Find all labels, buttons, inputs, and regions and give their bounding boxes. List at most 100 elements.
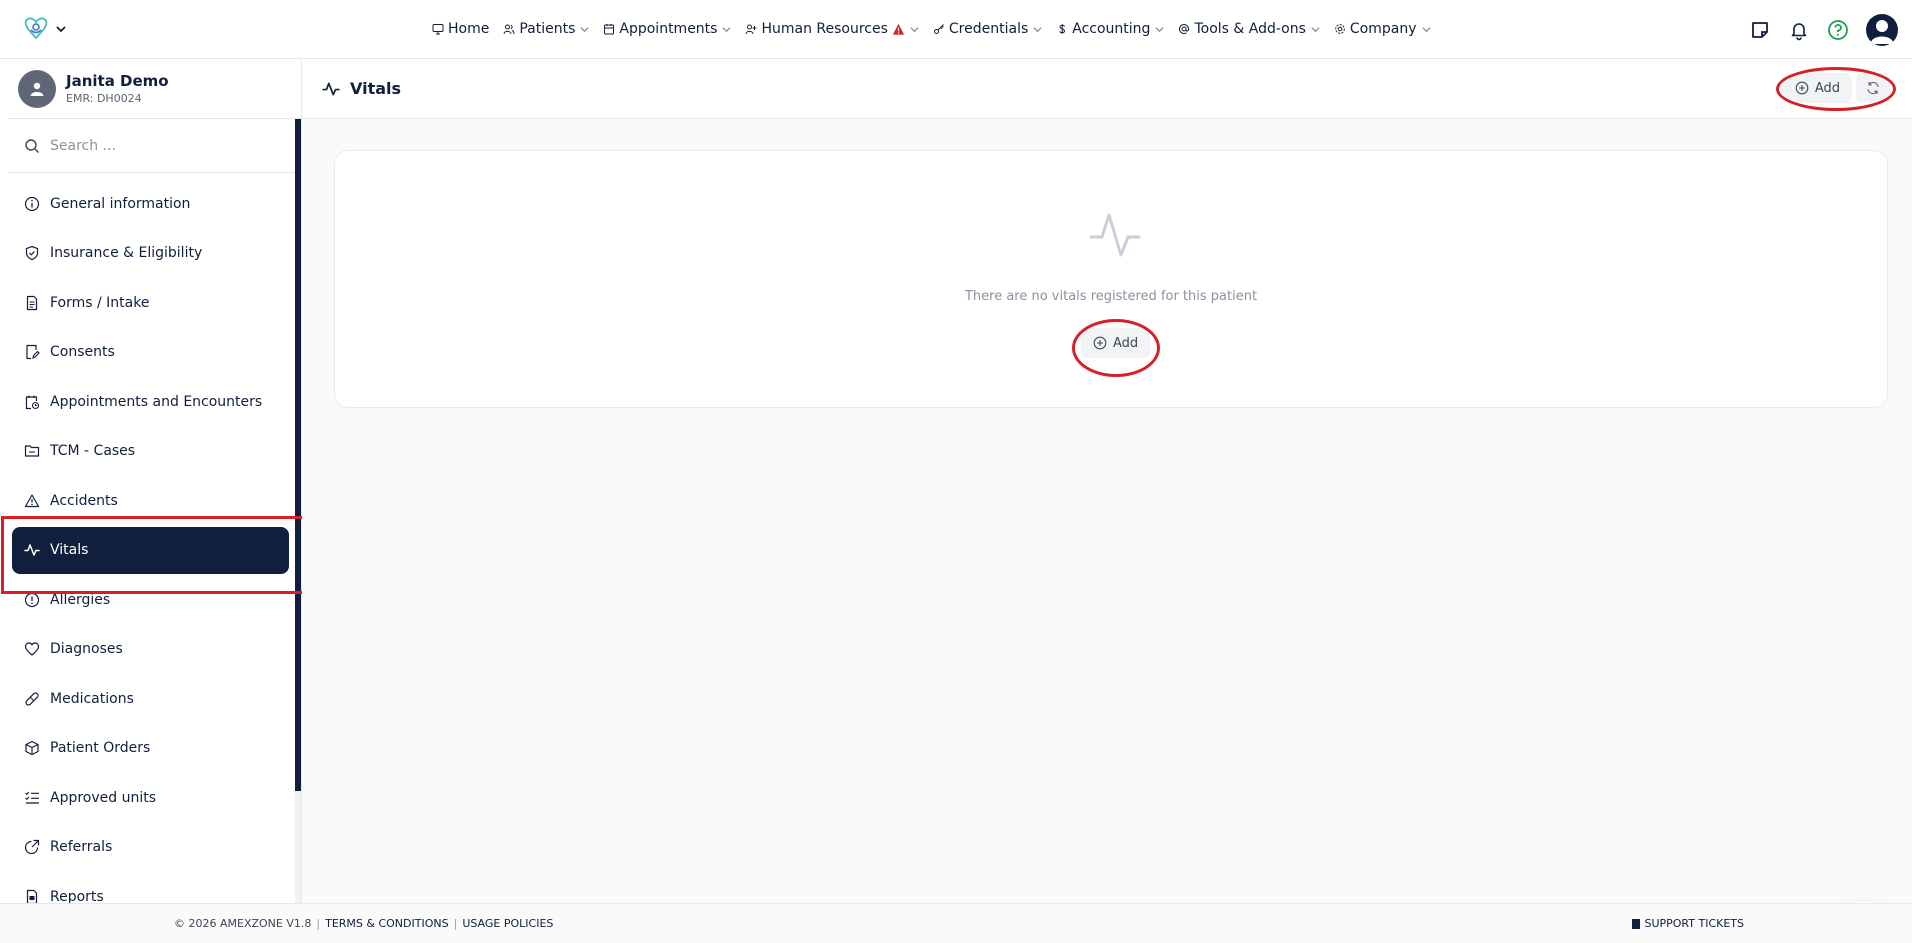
usage-policies-link[interactable]: USAGE POLICIES xyxy=(462,917,553,930)
gear-icon xyxy=(1335,24,1345,34)
shield-check-icon xyxy=(25,245,39,261)
chevron-down-icon xyxy=(56,26,66,33)
refresh-icon xyxy=(1867,81,1879,95)
add-button-label: Add xyxy=(1814,80,1840,96)
dollar-icon xyxy=(1059,24,1066,34)
support-tickets-link[interactable]: SUPPORT TICKETS xyxy=(1632,917,1744,930)
sidebar-item-consents[interactable]: Consents xyxy=(12,329,289,376)
main-content: Vitals Add There are no vitals registere… xyxy=(302,59,1912,943)
plus-circle-icon xyxy=(1093,336,1107,350)
bell-icon[interactable] xyxy=(1788,19,1810,41)
footer-separator: | xyxy=(316,917,321,930)
nav-home[interactable]: Home xyxy=(432,21,489,37)
patient-header: Janita Demo EMR: DH0024 xyxy=(8,59,302,119)
chevron-down-icon xyxy=(722,26,732,32)
activity-icon xyxy=(1089,213,1141,257)
sidebar-item-label: Insurance & Eligibility xyxy=(50,245,203,261)
heart-icon xyxy=(24,642,40,656)
sidebar-item-label: Accidents xyxy=(50,492,118,509)
nav-appointments-label: Appointments xyxy=(619,21,718,37)
warning-icon xyxy=(24,493,40,507)
chevron-down-icon xyxy=(580,26,589,32)
help-icon[interactable] xyxy=(1827,19,1849,41)
nav-tools-addons-label: Tools & Add-ons xyxy=(1194,21,1306,37)
page-title: Vitals xyxy=(350,79,402,98)
patient-emr: EMR: DH0024 xyxy=(66,92,142,105)
nav-patients-label: Patients xyxy=(519,21,576,37)
top-navbar: Home Patients Appointments Human Resourc… xyxy=(0,0,1912,59)
sidebar-item-label: Referrals xyxy=(50,839,113,855)
nav-credentials-label: Credentials xyxy=(948,21,1029,37)
sidebar-item-appointments-encounters[interactable]: Appointments and Encounters xyxy=(12,378,289,425)
sidebar-search xyxy=(8,119,295,173)
add-vital-button[interactable]: Add xyxy=(1782,73,1852,103)
main-nav: Home Patients Appointments Human Resourc… xyxy=(432,21,1431,37)
edit-document-icon xyxy=(26,344,40,360)
info-icon xyxy=(24,196,40,211)
nav-company-label: Company xyxy=(1349,21,1417,37)
terms-link[interactable]: TERMS & CONDITIONS xyxy=(325,917,448,930)
footer-links: © 2026 AMEXZONE V1.8 | TERMS & CONDITION… xyxy=(174,917,553,930)
patient-sidebar: General information Insurance & Eligibil… xyxy=(8,119,302,903)
header-actions: Add xyxy=(1782,73,1890,103)
nav-credentials[interactable]: Credentials xyxy=(933,21,1042,37)
empty-state-message: There are no vitals registered for this … xyxy=(964,289,1258,304)
sidebar-item-approved-units[interactable]: Approved units xyxy=(12,774,289,821)
alert-circle-icon xyxy=(24,592,40,607)
empty-state-add-button[interactable]: Add xyxy=(1081,328,1151,358)
nav-human-resources[interactable]: Human Resources xyxy=(745,21,919,37)
sidebar-item-patient-orders[interactable]: Patient Orders xyxy=(12,725,289,772)
footer: © 2026 AMEXZONE V1.8 | TERMS & CONDITION… xyxy=(0,903,1912,943)
footer-copyright: © 2026 AMEXZONE V1.8 xyxy=(174,917,312,930)
empty-state-card: There are no vitals registered for this … xyxy=(334,150,1888,408)
nav-tools-addons[interactable]: Tools & Add-ons xyxy=(1178,21,1320,37)
monitor-icon xyxy=(432,24,444,35)
sidebar-item-diagnoses[interactable]: Diagnoses xyxy=(12,626,289,673)
user-icon xyxy=(30,82,44,96)
sidebar-search-input[interactable] xyxy=(50,137,270,154)
users-icon xyxy=(503,24,515,35)
activity-icon xyxy=(322,82,340,95)
sidebar-scrollbar-thumb[interactable] xyxy=(295,119,301,791)
refresh-button[interactable] xyxy=(1856,73,1890,103)
warning-icon xyxy=(892,23,904,35)
external-link-icon xyxy=(24,839,40,855)
chevron-down-icon xyxy=(1311,26,1320,32)
patient-avatar xyxy=(18,69,56,108)
key-icon xyxy=(933,24,944,34)
nav-human-resources-label: Human Resources xyxy=(761,21,888,37)
add-button-label: Add xyxy=(1113,335,1139,351)
user-avatar[interactable] xyxy=(1866,14,1898,46)
support-tickets-label: SUPPORT TICKETS xyxy=(1644,917,1744,930)
user-icon xyxy=(1870,20,1894,44)
nav-appointments[interactable]: Appointments xyxy=(603,21,732,37)
sidebar-item-medications[interactable]: Medications xyxy=(12,675,289,722)
sidebar-item-reports[interactable]: Reports xyxy=(12,873,289,903)
sidebar-item-insurance-eligibility[interactable]: Insurance & Eligibility xyxy=(12,230,289,277)
sidebar-item-label: Diagnoses xyxy=(50,641,123,657)
at-icon xyxy=(1179,24,1190,34)
sidebar-scrollbar[interactable] xyxy=(295,119,301,903)
plus-circle-icon xyxy=(1795,81,1809,95)
app-logo[interactable] xyxy=(22,16,66,42)
sidebar-item-label: Appointments and Encounters xyxy=(50,393,263,410)
nav-home-label: Home xyxy=(448,21,490,37)
ticket-icon xyxy=(1632,918,1641,929)
sidebar-item-vitals[interactable]: Vitals xyxy=(12,526,289,574)
sidebar-item-tcm-cases[interactable]: TCM - Cases xyxy=(12,428,289,475)
nav-company[interactable]: Company xyxy=(1334,21,1431,37)
chevron-down-icon xyxy=(1033,26,1042,32)
sidebar-item-forms-intake[interactable]: Forms / Intake xyxy=(12,279,289,326)
nav-accounting[interactable]: Accounting xyxy=(1056,21,1165,37)
sidebar-item-referrals[interactable]: Referrals xyxy=(12,824,289,871)
sidebar-item-label: Reports xyxy=(50,888,104,904)
sidebar-item-accidents[interactable]: Accidents xyxy=(12,477,289,524)
sidebar-item-general-information[interactable]: General information xyxy=(12,180,289,227)
folder-icon xyxy=(24,445,40,457)
notes-icon[interactable] xyxy=(1749,19,1771,41)
nav-patients[interactable]: Patients xyxy=(503,21,589,37)
sidebar-item-label: Patient Orders xyxy=(50,740,151,756)
calendar-icon xyxy=(604,24,615,35)
sidebar-item-allergies[interactable]: Allergies xyxy=(12,576,289,623)
report-icon xyxy=(26,889,38,903)
